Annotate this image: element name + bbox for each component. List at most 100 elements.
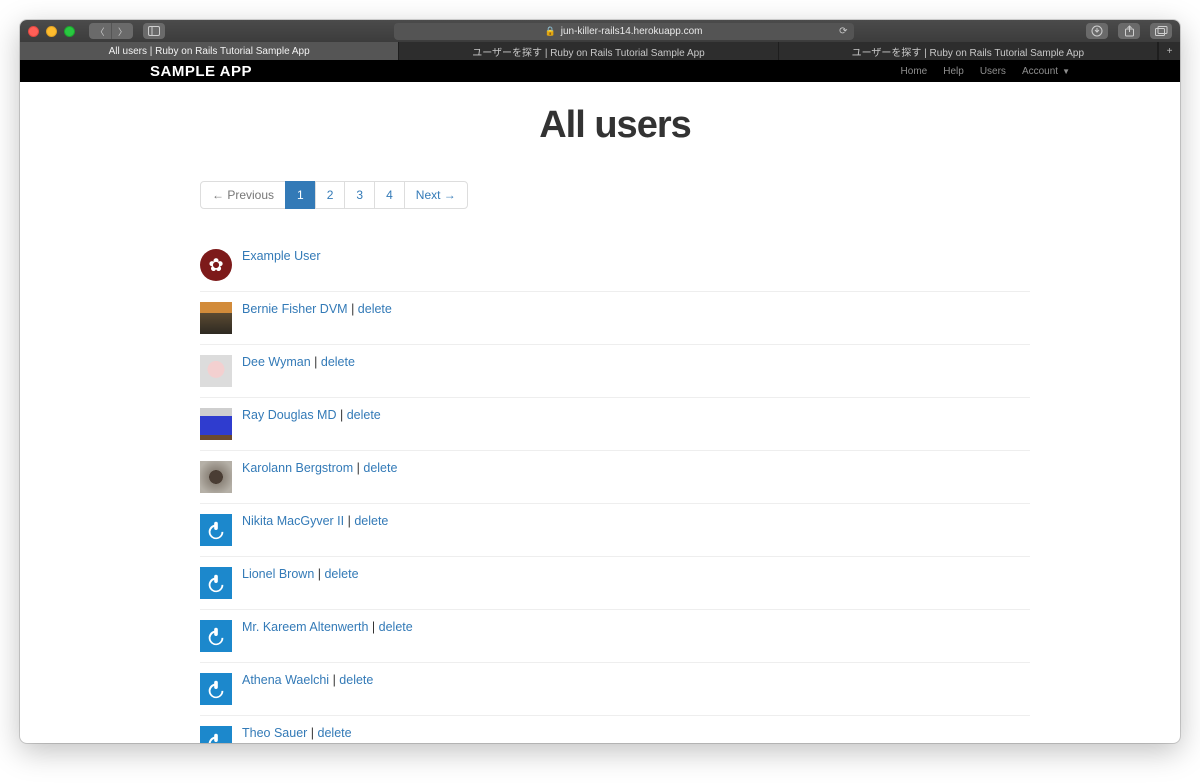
user-link[interactable]: Athena Waelchi <box>242 673 329 687</box>
tab-label: All users | Ruby on Rails Tutorial Sampl… <box>109 46 310 57</box>
avatar <box>200 620 232 652</box>
nav-account-label: Account <box>1022 66 1058 77</box>
pagination-page[interactable]: 1 <box>285 181 316 209</box>
users-list: ✿Example UserBernie Fisher DVM | deleteD… <box>200 239 1030 743</box>
user-text: Dee Wyman | delete <box>242 355 355 369</box>
delete-link[interactable]: delete <box>379 620 413 634</box>
separator: | <box>368 620 378 634</box>
nav-help[interactable]: Help <box>943 66 964 77</box>
browser-tab[interactable]: ユーザーを探す | Ruby on Rails Tutorial Sample … <box>779 42 1158 60</box>
delete-link[interactable]: delete <box>339 673 373 687</box>
forward-button[interactable]: 〉 <box>111 23 133 39</box>
separator: | <box>344 514 354 528</box>
downloads-button[interactable] <box>1086 23 1108 39</box>
browser-tab[interactable]: All users | Ruby on Rails Tutorial Sampl… <box>20 42 399 60</box>
address-url: jun-killer-rails14.herokuapp.com <box>561 26 703 37</box>
separator: | <box>311 355 321 369</box>
nav-back-forward: 〈 〉 <box>89 23 133 39</box>
avatar <box>200 514 232 546</box>
delete-link[interactable]: delete <box>318 726 352 740</box>
separator: | <box>336 408 346 422</box>
new-tab-button[interactable]: + <box>1158 42 1180 60</box>
delete-link[interactable]: delete <box>363 461 397 475</box>
close-window-button[interactable] <box>28 26 39 37</box>
user-text: Theo Sauer | delete <box>242 726 352 740</box>
user-row: Karolann Bergstrom | delete <box>200 451 1030 504</box>
avatar <box>200 408 232 440</box>
delete-link[interactable]: delete <box>321 355 355 369</box>
back-button[interactable]: 〈 <box>89 23 111 39</box>
separator: | <box>353 461 363 475</box>
avatar <box>200 567 232 599</box>
delete-link[interactable]: delete <box>354 514 388 528</box>
nav-home[interactable]: Home <box>901 66 928 77</box>
pagination-next[interactable]: Next → <box>404 181 468 209</box>
user-link[interactable]: Lionel Brown <box>242 567 314 581</box>
pagination-page[interactable]: 2 <box>315 181 346 209</box>
avatar <box>200 355 232 387</box>
toolbar-right <box>1082 23 1172 39</box>
separator: | <box>348 302 358 316</box>
user-text: Example User <box>242 249 321 263</box>
address-bar[interactable]: 🔒 jun-killer-rails14.herokuapp.com ⟳ <box>394 23 854 40</box>
separator: | <box>307 726 317 740</box>
browser-window: 〈 〉 🔒 jun-killer-rails14.herokuapp.com ⟳ <box>20 20 1180 743</box>
tab-strip: All users | Ruby on Rails Tutorial Sampl… <box>20 42 1180 60</box>
reload-icon[interactable]: ⟳ <box>839 26 847 37</box>
user-link[interactable]: Bernie Fisher DVM <box>242 302 348 316</box>
tabs-button[interactable] <box>1150 23 1172 39</box>
separator: | <box>329 673 339 687</box>
user-row: Athena Waelchi | delete <box>200 663 1030 716</box>
address-bar-wrap: 🔒 jun-killer-rails14.herokuapp.com ⟳ <box>165 23 1082 40</box>
brand-logo[interactable]: SAMPLE APP <box>150 64 252 79</box>
user-link[interactable]: Nikita MacGyver II <box>242 514 344 528</box>
user-row: ✿ Example User <box>200 239 1030 292</box>
user-row: Bernie Fisher DVM | delete <box>200 292 1030 345</box>
pagination-page[interactable]: 3 <box>344 181 375 209</box>
avatar <box>200 302 232 334</box>
nav-account[interactable]: Account ▼ <box>1022 66 1070 77</box>
user-link[interactable]: Theo Sauer <box>242 726 307 740</box>
zoom-window-button[interactable] <box>64 26 75 37</box>
user-text: Mr. Kareem Altenwerth | delete <box>242 620 413 634</box>
app-header: SAMPLE APP Home Help Users Account ▼ <box>20 60 1180 82</box>
user-text: Nikita MacGyver II | delete <box>242 514 388 528</box>
caret-down-icon: ▼ <box>1062 67 1070 76</box>
delete-link[interactable]: delete <box>324 567 358 581</box>
lock-icon: 🔒 <box>545 26 556 37</box>
user-text: Ray Douglas MD | delete <box>242 408 381 422</box>
page-title: All users <box>200 104 1030 147</box>
page-content: All users ← Previous 1 2 3 4 Next → ✿ Exa… <box>20 82 1180 743</box>
user-row: Dee Wyman | delete <box>200 345 1030 398</box>
user-text: Athena Waelchi | delete <box>242 673 373 687</box>
browser-tab[interactable]: ユーザーを探す | Ruby on Rails Tutorial Sample … <box>399 42 778 60</box>
app-nav: Home Help Users Account ▼ <box>901 66 1070 77</box>
titlebar: 〈 〉 🔒 jun-killer-rails14.herokuapp.com ⟳ <box>20 20 1180 42</box>
user-row: Nikita MacGyver II | delete <box>200 504 1030 557</box>
user-link[interactable]: Karolann Bergstrom <box>242 461 353 475</box>
user-row: Lionel Brown | delete <box>200 557 1030 610</box>
separator: | <box>314 567 324 581</box>
sidebar-toggle-button[interactable] <box>143 23 165 39</box>
user-text: Bernie Fisher DVM | delete <box>242 302 392 316</box>
share-button[interactable] <box>1118 23 1140 39</box>
user-row: Mr. Kareem Altenwerth | delete <box>200 610 1030 663</box>
pagination: ← Previous 1 2 3 4 Next → <box>200 181 1030 209</box>
window-controls <box>28 26 75 37</box>
delete-link[interactable]: delete <box>347 408 381 422</box>
nav-users[interactable]: Users <box>980 66 1006 77</box>
user-row: Ray Douglas MD | delete <box>200 398 1030 451</box>
tab-label: ユーザーを探す | Ruby on Rails Tutorial Sample … <box>852 44 1084 59</box>
minimize-window-button[interactable] <box>46 26 57 37</box>
user-link[interactable]: Ray Douglas MD <box>242 408 336 422</box>
avatar <box>200 673 232 705</box>
delete-link[interactable]: delete <box>358 302 392 316</box>
user-link[interactable]: Dee Wyman <box>242 355 311 369</box>
pagination-prev: ← Previous <box>200 181 286 209</box>
user-link[interactable]: Mr. Kareem Altenwerth <box>242 620 368 634</box>
avatar: ✿ <box>200 249 232 281</box>
user-link[interactable]: Example User <box>242 249 321 263</box>
pagination-page[interactable]: 4 <box>374 181 405 209</box>
user-text: Karolann Bergstrom | delete <box>242 461 397 475</box>
user-text: Lionel Brown | delete <box>242 567 359 581</box>
